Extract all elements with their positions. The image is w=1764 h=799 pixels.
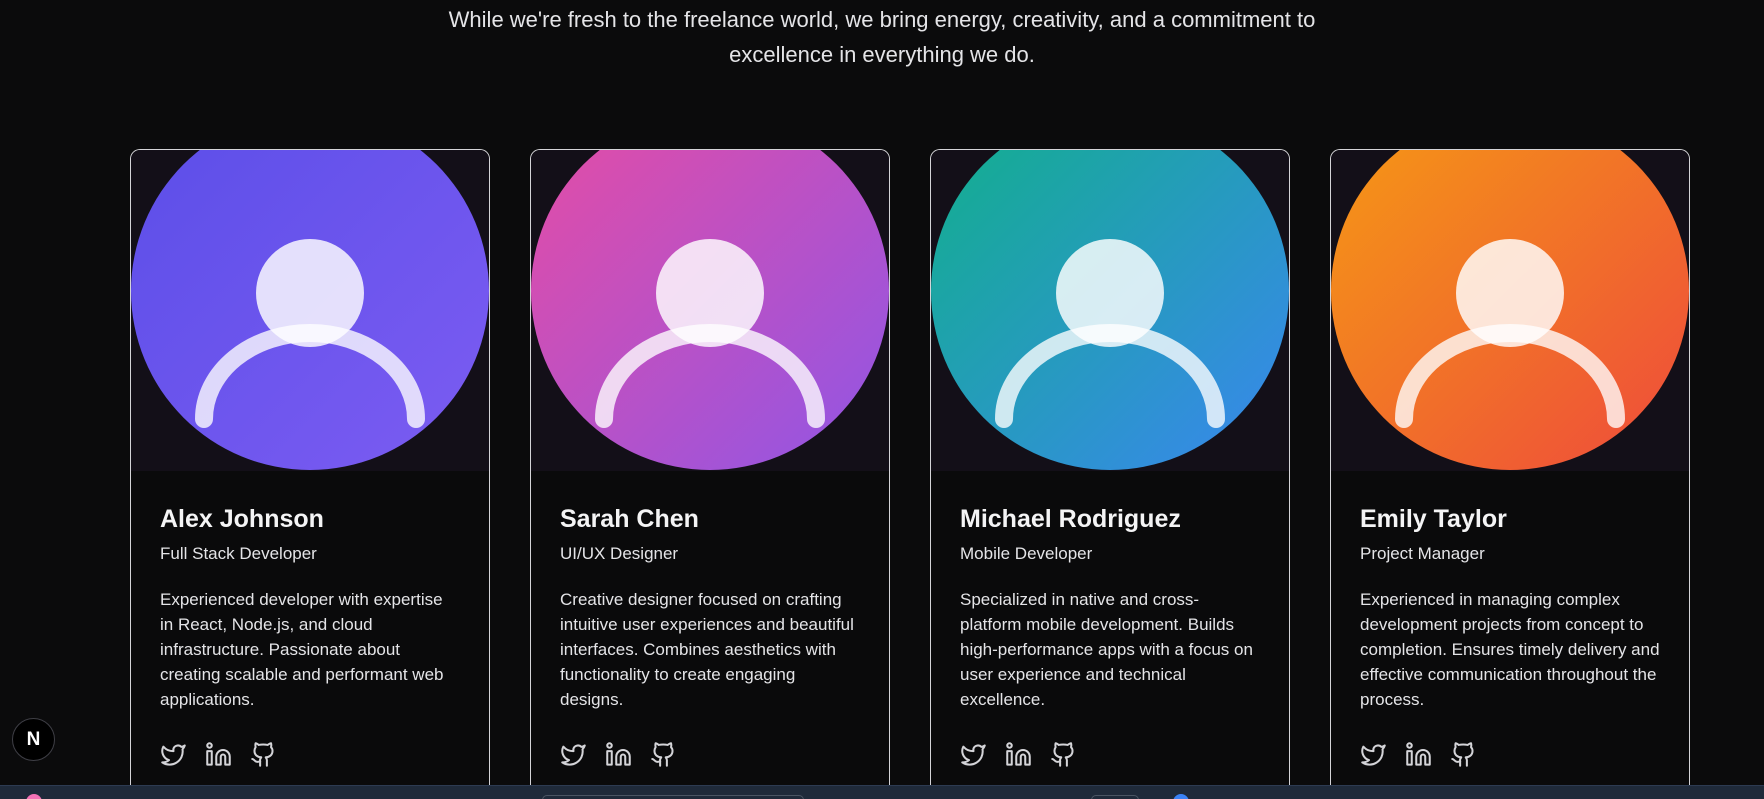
avatar-circle [931, 150, 1289, 470]
nextjs-logo-icon: N [26, 728, 41, 750]
team-card: Michael Rodriguez Mobile Developer Speci… [930, 149, 1290, 799]
team-cards: Alex Johnson Full Stack Developer Experi… [130, 149, 1690, 799]
avatar-circle [531, 150, 889, 470]
github-icon[interactable] [250, 741, 277, 768]
team-card: Alex Johnson Full Stack Developer Experi… [130, 149, 490, 799]
taskbar [0, 785, 1764, 799]
avatar [1331, 150, 1689, 471]
social-links [1360, 741, 1660, 768]
user-icon [931, 150, 1289, 470]
member-role: Full Stack Developer [160, 544, 317, 563]
github-icon[interactable] [1050, 741, 1077, 768]
github-icon[interactable] [1450, 741, 1477, 768]
member-bio: Experienced in managing complex developm… [1360, 590, 1660, 709]
intro-text: While we're fresh to the freelance world… [0, 0, 1764, 72]
github-icon[interactable] [650, 741, 677, 768]
member-bio: Creative designer focused on crafting in… [560, 590, 854, 709]
member-bio: Experienced developer with expertise in … [160, 590, 444, 709]
avatar-circle [131, 150, 489, 470]
member-name: Sarah Chen [560, 505, 699, 533]
taskbar-search-box[interactable] [542, 795, 804, 799]
avatar [931, 150, 1289, 471]
twitter-icon[interactable] [960, 741, 987, 768]
taskbar-app-icon[interactable] [26, 794, 42, 799]
avatar [131, 150, 489, 471]
linkedin-icon[interactable] [205, 741, 232, 768]
linkedin-icon[interactable] [1005, 741, 1032, 768]
linkedin-icon[interactable] [1405, 741, 1432, 768]
twitter-icon[interactable] [160, 741, 187, 768]
member-name: Emily Taylor [1360, 505, 1507, 533]
linkedin-icon[interactable] [605, 741, 632, 768]
intro-line-1: While we're fresh to the freelance world… [448, 7, 1316, 32]
member-role: Project Manager [1360, 544, 1485, 563]
nextjs-devtools-button[interactable]: N [12, 718, 55, 761]
user-icon [1331, 150, 1689, 470]
social-links [160, 741, 460, 768]
member-role: UI/UX Designer [560, 544, 679, 563]
team-card: Sarah Chen UI/UX Designer Creative desig… [530, 149, 890, 799]
twitter-icon[interactable] [560, 741, 587, 768]
social-links [960, 741, 1260, 768]
team-card: Emily Taylor Project Manager Experienced… [1330, 149, 1690, 799]
avatar [531, 150, 889, 471]
avatar-circle [1331, 150, 1689, 470]
member-role: Mobile Developer [960, 544, 1093, 563]
user-icon [131, 150, 489, 470]
member-name: Michael Rodriguez [960, 505, 1181, 533]
social-links [560, 741, 860, 768]
intro-line-2: excellence in everything we do. [729, 42, 1035, 67]
twitter-icon[interactable] [1360, 741, 1387, 768]
user-icon [531, 150, 889, 470]
member-bio: Specialized in native and cross-platform… [960, 590, 1253, 709]
taskbar-app-button[interactable] [1091, 795, 1139, 799]
member-name: Alex Johnson [160, 505, 324, 533]
taskbar-browser-icon[interactable] [1173, 794, 1189, 799]
